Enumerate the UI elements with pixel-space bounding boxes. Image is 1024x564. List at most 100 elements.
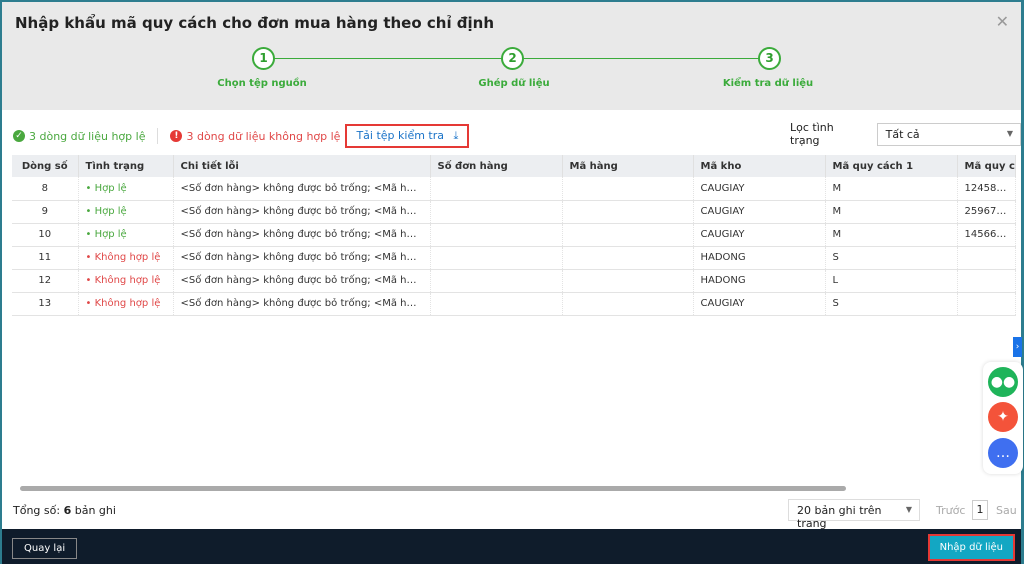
table-cell: CAUGIAY xyxy=(693,223,826,247)
table-cell: <Số đơn hàng> không được bỏ trống; <Mã h… xyxy=(173,177,431,201)
table-row[interactable]: 10 • Hợp lệ <Số đơn hàng> không được bỏ tr… xyxy=(12,223,1016,247)
table-cell: S xyxy=(825,246,958,270)
table-cell xyxy=(562,269,694,293)
table-cell xyxy=(562,177,694,201)
column-header[interactable]: Số đơn hàng xyxy=(430,155,563,177)
table-cell: 11 xyxy=(12,246,79,270)
table-cell: M xyxy=(825,223,958,247)
table-cell xyxy=(562,200,694,224)
floating-tools: ●● ✦ … xyxy=(983,362,1023,474)
table-cell: 9 xyxy=(12,200,79,224)
error-circle-icon: ! xyxy=(170,130,183,142)
table-cell: HADONG xyxy=(693,246,826,270)
step-3-label: Kiểm tra dữ liệu xyxy=(722,78,814,89)
divider xyxy=(157,128,159,144)
table-cell: • Không hợp lệ xyxy=(78,246,174,270)
table-cell: 1245871 xyxy=(957,177,1016,201)
total-label: Tổng số: xyxy=(13,504,61,517)
import-dialog: Nhập khẩu mã quy cách cho đơn mua hàng t… xyxy=(2,2,1021,564)
filter-label: Lọc tình trạng xyxy=(790,121,834,147)
table-cell: S xyxy=(825,292,958,316)
column-header[interactable]: Mã kho xyxy=(693,155,826,177)
table-cell xyxy=(430,200,563,224)
chevron-down-icon: ▼ xyxy=(905,505,912,514)
table-row[interactable]: 11 • Không hợp lệ <Số đơn hàng> không được… xyxy=(12,246,1016,270)
table-cell xyxy=(957,246,1016,270)
chat-bubble-icon[interactable]: … xyxy=(988,438,1018,468)
table-cell xyxy=(430,223,563,247)
page-size-select[interactable]: 20 bản ghi trên trang ▼ xyxy=(788,499,920,530)
status-filter: Lọc tình trạng Tất cả ▼ xyxy=(790,121,1021,147)
invalid-count: 3 dòng dữ liệu không hợp lệ xyxy=(186,129,341,143)
valid-count: 3 dòng dữ liệu hợp lệ xyxy=(29,129,146,143)
table-cell: HADONG xyxy=(693,269,826,293)
table-row[interactable]: 13 • Không hợp lệ <Số đơn hàng> không được… xyxy=(12,292,1016,316)
table-cell: <Số đơn hàng> không được bỏ trống; <Mã h… xyxy=(173,269,431,293)
dialog-footer: Quay lại Nhập dữ liệu xyxy=(2,529,1021,564)
table-row[interactable]: 8 • Hợp lệ <Số đơn hàng> không được bỏ trố… xyxy=(12,177,1016,201)
table-cell xyxy=(430,177,563,201)
step-2-label: Ghép dữ liệu xyxy=(478,78,550,89)
table-cell: <Số đơn hàng> không được bỏ trống; <Mã h… xyxy=(173,246,431,270)
table-cell xyxy=(957,269,1016,293)
chatbot-icon[interactable]: ●● xyxy=(988,367,1018,397)
table-row[interactable]: 12 • Không hợp lệ <Số đơn hàng> không được… xyxy=(12,269,1016,293)
table-cell: <Số đơn hàng> không được bỏ trống; <Mã h… xyxy=(173,223,431,247)
table-cell: M xyxy=(825,200,958,224)
horizontal-scrollbar[interactable] xyxy=(20,486,846,491)
chevron-down-icon: ▼ xyxy=(1006,128,1013,138)
dialog-title: Nhập khẩu mã quy cách cho đơn mua hàng t… xyxy=(15,14,495,32)
table-cell: 10 xyxy=(12,223,79,247)
table-row[interactable]: 9 • Hợp lệ <Số đơn hàng> không được bỏ trố… xyxy=(12,200,1016,224)
table-cell: • Không hợp lệ xyxy=(78,292,174,316)
table-cell xyxy=(562,246,694,270)
step-3: 3 xyxy=(758,47,781,70)
download-check-file-button[interactable]: Tải tệp kiểm tra ⤓ xyxy=(345,124,470,148)
expand-panel-toggle[interactable]: › xyxy=(1013,337,1022,357)
table-cell: CAUGIAY xyxy=(693,177,826,201)
total-count: 6 xyxy=(63,504,72,517)
dialog-header: Nhập khẩu mã quy cách cho đơn mua hàng t… xyxy=(2,2,1021,110)
column-header[interactable]: Chi tiết lỗi xyxy=(173,155,431,177)
ai-sparkle-icon[interactable]: ✦ xyxy=(988,402,1018,432)
step-1-label: Chọn tệp nguồn xyxy=(217,78,307,89)
table-cell: 8 xyxy=(12,177,79,201)
table-cell xyxy=(957,292,1016,316)
page-size-value: 20 bản ghi trên trang xyxy=(797,504,882,530)
table-cell: • Hợp lệ xyxy=(78,200,174,224)
step-connector xyxy=(524,58,768,59)
table-cell: M xyxy=(825,177,958,201)
step-1: 1 xyxy=(252,47,275,70)
next-page-button[interactable]: Sau xyxy=(996,504,1017,517)
table-cell: 13 xyxy=(12,292,79,316)
table-cell: <Số đơn hàng> không được bỏ trống; <Mã h… xyxy=(173,292,431,316)
table-cell xyxy=(430,269,563,293)
table-cell: • Không hợp lệ xyxy=(78,269,174,293)
download-icon: ⤓ xyxy=(453,129,459,142)
step-2: 2 xyxy=(501,47,524,70)
import-button[interactable]: Nhập dữ liệu xyxy=(927,534,1015,561)
table-cell xyxy=(430,292,563,316)
column-header[interactable]: Dòng số xyxy=(12,155,79,177)
page-number[interactable]: 1 xyxy=(972,500,988,520)
table-cell: • Hợp lệ xyxy=(78,223,174,247)
column-header[interactable]: Tình trạng xyxy=(78,155,174,177)
column-header[interactable]: Mã hàng xyxy=(562,155,694,177)
column-header[interactable]: Mã quy cách 2 xyxy=(957,155,1016,177)
table-cell: 2596744 xyxy=(957,200,1016,224)
table-cell: 12 xyxy=(12,269,79,293)
table-cell xyxy=(430,246,563,270)
table-cell: CAUGIAY xyxy=(693,292,826,316)
table-cell xyxy=(562,223,694,247)
close-icon[interactable]: ✕ xyxy=(996,12,1009,31)
step-connector xyxy=(274,58,512,59)
status-filter-select[interactable]: Tất cả ▼ xyxy=(876,122,1021,146)
column-header[interactable]: Mã quy cách 1 xyxy=(825,155,958,177)
table-cell: <Số đơn hàng> không được bỏ trống; <Mã h… xyxy=(173,200,431,224)
download-label: Tải tệp kiểm tra xyxy=(356,129,445,142)
prev-page-button[interactable]: Trước xyxy=(936,504,965,517)
table-cell: 1456631 xyxy=(957,223,1016,247)
total-unit: bản ghi xyxy=(74,504,116,517)
back-button[interactable]: Quay lại xyxy=(12,538,78,559)
table-cell: CAUGIAY xyxy=(693,200,826,224)
